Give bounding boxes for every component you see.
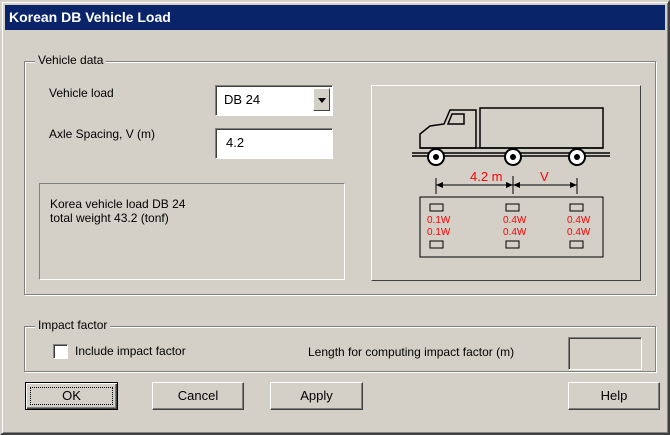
info-line-2: total weight 43.2 (tonf) <box>50 211 169 225</box>
help-button-label: Help <box>600 388 628 403</box>
vehicle-load-value: DB 24 <box>224 92 261 107</box>
front-axle-load-bottom: 0.1W <box>427 227 451 238</box>
impact-length-input[interactable] <box>568 337 642 370</box>
include-impact-checkbox[interactable] <box>53 344 68 359</box>
axle-spacing-input[interactable]: 4.2 <box>215 128 333 159</box>
apply-button-label: Apply <box>300 388 333 403</box>
cancel-button[interactable]: Cancel <box>152 382 244 410</box>
dialog-window: Korean DB Vehicle Load Vehicle data Vehi… <box>0 0 670 435</box>
middle-axle-load-top: 0.4W <box>503 215 527 226</box>
help-button[interactable]: Help <box>568 382 660 410</box>
ok-button[interactable]: OK <box>25 382 118 410</box>
rear-axle-load-top: 0.4W <box>567 215 591 226</box>
impact-factor-group-label: Impact factor <box>35 318 111 332</box>
include-impact-label[interactable]: Include impact factor <box>75 344 186 358</box>
chevron-down-icon[interactable] <box>313 88 330 111</box>
vehicle-load-select[interactable]: DB 24 <box>215 85 333 116</box>
truck-diagram: 4.2 m V 0.1W 0.1W 0.4W 0.4W 0.4W 0.4W <box>412 107 610 258</box>
window-title: Korean DB Vehicle Load <box>9 9 171 25</box>
title-bar[interactable]: Korean DB Vehicle Load <box>5 5 665 30</box>
axle-spacing-label: Axle Spacing, V (m) <box>49 127 156 141</box>
vehicle-diagram-panel: 4.2 m V 0.1W 0.1W 0.4W 0.4W 0.4W 0.4W <box>371 85 641 281</box>
info-line-1: Korea vehicle load DB 24 <box>50 197 186 211</box>
wheels <box>427 148 586 166</box>
dimension-label-2: V <box>540 169 549 184</box>
focus-rect <box>30 387 113 405</box>
vehicle-data-group-label: Vehicle data <box>35 53 107 67</box>
apply-button[interactable]: Apply <box>270 382 363 410</box>
rear-axle-load-bottom: 0.4W <box>567 227 591 238</box>
impact-length-label: Length for computing impact factor (m) <box>308 345 515 359</box>
cancel-button-label: Cancel <box>177 388 219 403</box>
axle-spacing-value: 4.2 <box>226 135 245 150</box>
vehicle-info-panel: Korea vehicle load DB 24 total weight 43… <box>39 183 345 280</box>
vehicle-load-label: Vehicle load <box>49 86 114 100</box>
front-axle-load-top: 0.1W <box>427 215 451 226</box>
middle-axle-load-bottom: 0.4W <box>503 227 527 238</box>
dimension-label-1: 4.2 m <box>470 169 503 184</box>
